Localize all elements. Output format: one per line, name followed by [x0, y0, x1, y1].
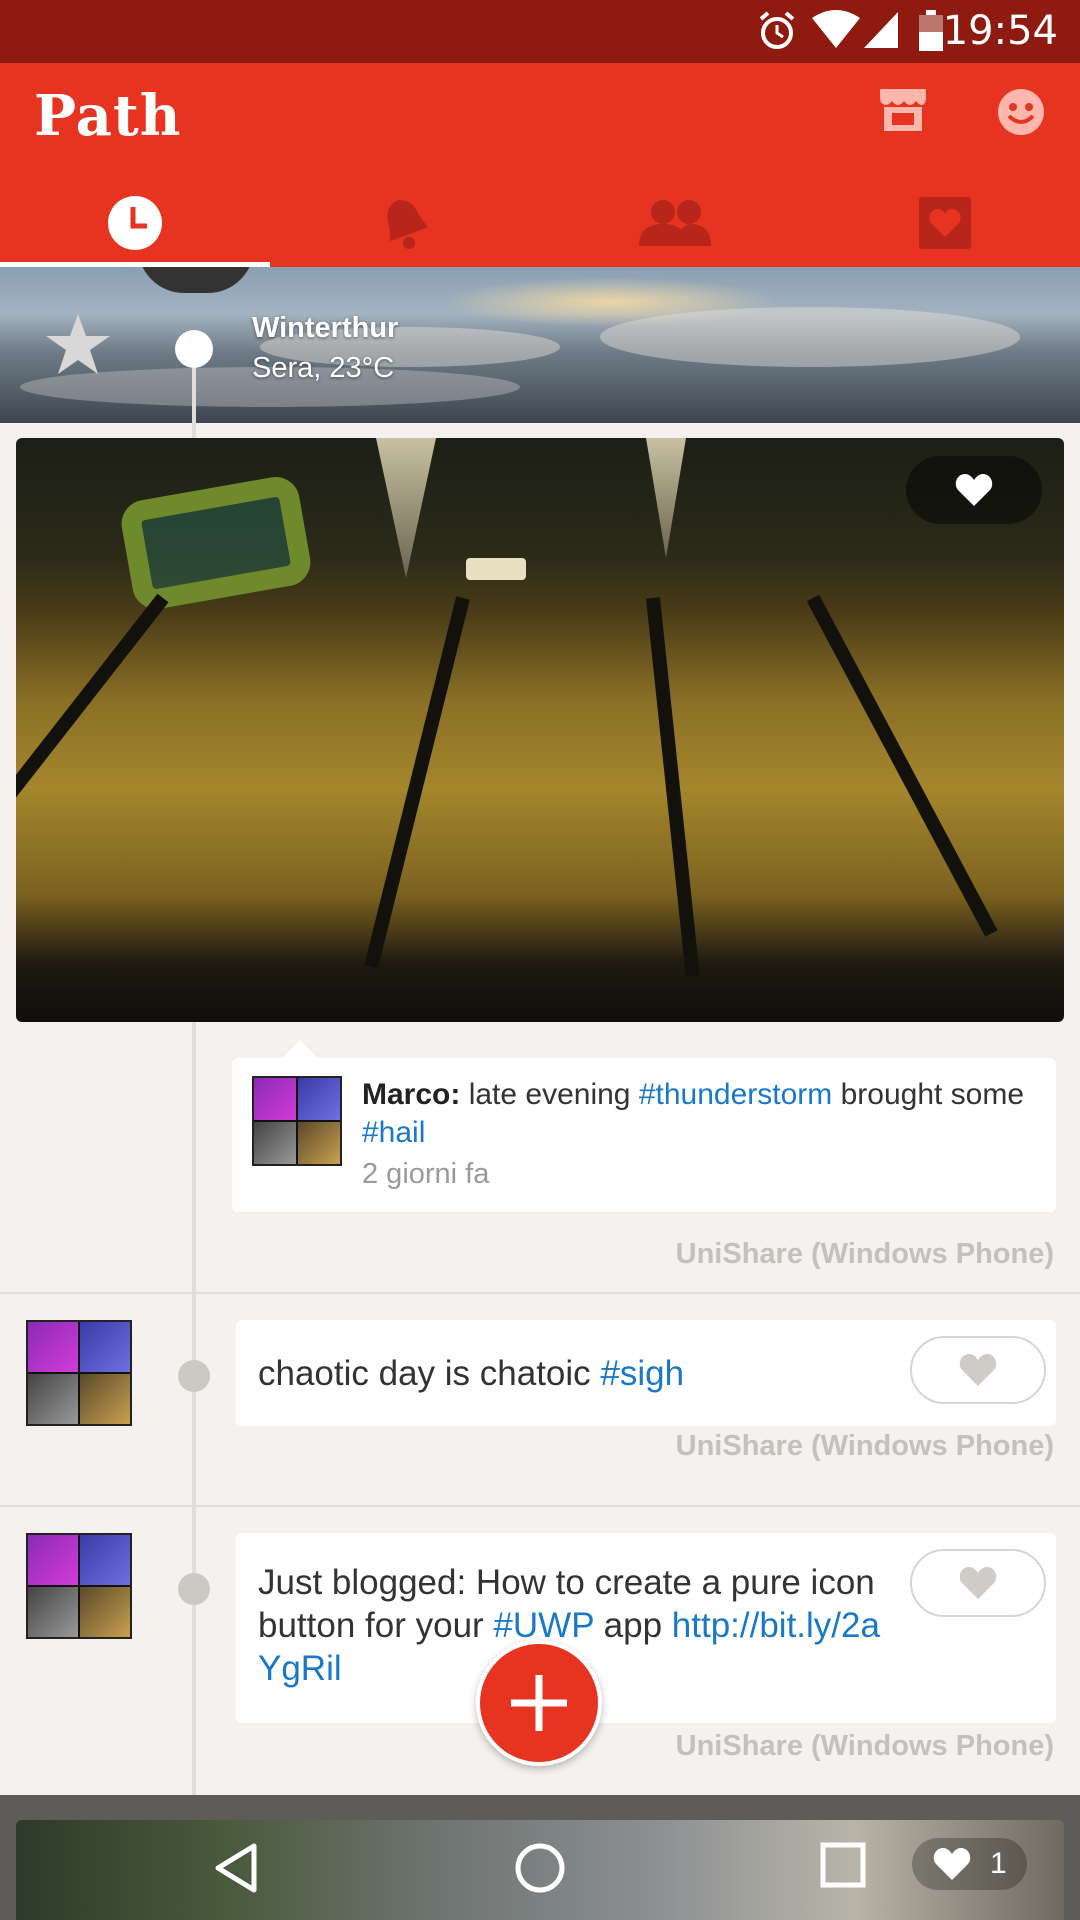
bell-icon	[387, 199, 428, 249]
tab-friends[interactable]	[540, 178, 810, 267]
avatar[interactable]	[26, 1533, 132, 1639]
tab-timeline[interactable]	[0, 178, 270, 267]
status-bar: 19:54	[0, 0, 1080, 63]
signal-icon	[864, 12, 898, 48]
shop-icon[interactable]	[878, 87, 928, 133]
place-weather: Sera, 23°C	[252, 352, 395, 384]
smiley-icon[interactable]	[996, 87, 1046, 137]
heart-icon	[959, 1354, 997, 1386]
tab-love[interactable]	[810, 178, 1080, 267]
heart-icon	[933, 1848, 971, 1880]
add-moment-button[interactable]	[476, 1640, 602, 1766]
post-source: UniShare (Windows Phone)	[675, 1730, 1054, 1762]
love-box-icon	[919, 196, 971, 249]
wifi-icon	[812, 10, 860, 48]
alarm-icon	[759, 11, 795, 49]
hashtag-link[interactable]: #sigh	[600, 1354, 684, 1393]
photo-caption: Marco: late evening #thunderstorm brough…	[232, 1040, 1056, 1212]
tab-activity[interactable]	[270, 178, 540, 267]
user-avatar-cover[interactable]	[138, 267, 254, 293]
hashtag-link[interactable]: #hail	[362, 1116, 425, 1149]
like-button[interactable]	[910, 1336, 1046, 1404]
caption-text: Marco: late evening #thunderstorm brough…	[362, 1078, 1025, 1149]
avatar[interactable]	[252, 1076, 342, 1166]
cover-photo: Winterthur Sera, 23°C	[0, 267, 1080, 423]
app-logo: Path	[34, 83, 182, 149]
avatar[interactable]	[26, 1320, 132, 1426]
next-post-like[interactable]: 1	[912, 1838, 1027, 1890]
timeline-dot	[175, 330, 213, 368]
divider	[0, 1505, 1080, 1507]
back-icon[interactable]	[212, 1842, 260, 1894]
plus-icon	[511, 1675, 567, 1731]
star-icon[interactable]	[44, 312, 112, 376]
moment-card: Just blogged: How to create a pure icon …	[236, 1533, 1056, 1723]
post-photo[interactable]	[16, 438, 1064, 1022]
moment-text: chaotic day is chatoic #sigh	[258, 1354, 685, 1393]
friends-icon	[639, 199, 711, 246]
post-source: UniShare (Windows Phone)	[675, 1430, 1054, 1462]
photo-like-button[interactable]	[906, 456, 1042, 524]
like-count: 1	[990, 1847, 1007, 1880]
moment-card: chaotic day is chatoic #sigh	[236, 1320, 1056, 1426]
caption-author: Marco:	[362, 1078, 461, 1111]
tab-bar	[0, 178, 1080, 267]
timeline-dot	[178, 1360, 210, 1392]
divider	[0, 1292, 1080, 1294]
timeline-dot	[178, 1573, 210, 1605]
clock-time: 19:54	[942, 8, 1058, 54]
hashtag-link[interactable]: #thunderstorm	[639, 1078, 832, 1111]
like-button[interactable]	[910, 1549, 1046, 1617]
home-icon[interactable]	[514, 1842, 566, 1894]
recents-icon[interactable]	[820, 1842, 866, 1888]
hashtag-link[interactable]: #UWP	[493, 1606, 594, 1645]
battery-icon	[919, 10, 943, 51]
post-source: UniShare (Windows Phone)	[675, 1238, 1054, 1270]
place-name: Winterthur	[252, 312, 399, 344]
heart-icon	[955, 474, 993, 506]
clock-icon	[108, 195, 162, 250]
caption-time: 2 giorni fa	[362, 1158, 490, 1190]
app-header: Path	[0, 63, 1080, 267]
heart-icon	[959, 1567, 997, 1599]
